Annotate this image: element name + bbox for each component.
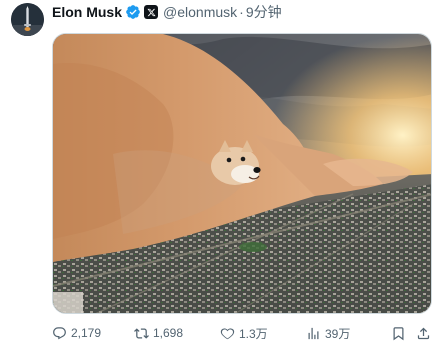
bookmark-button[interactable] [391, 322, 410, 344]
tweet-header: Elon Musk @elonmusk · 9分钟 [52, 3, 282, 21]
tweet-actions: 2,179 1,698 1.3万 39万 [52, 322, 432, 344]
bookmark-icon [393, 326, 404, 340]
share-button[interactable] [416, 322, 435, 344]
view-count: 39万 [325, 326, 351, 341]
post-time[interactable]: 9分钟 [246, 3, 282, 21]
separator-dot: · [239, 4, 244, 20]
reply-icon [53, 326, 66, 339]
avatar-image [11, 3, 44, 36]
tweet: Elon Musk @elonmusk · 9分钟 2,179 1,698 1.… [0, 0, 435, 349]
doge-dust-storm-image [53, 34, 431, 313]
like-button[interactable]: 1.3万 [220, 322, 268, 344]
retweet-count: 1,698 [153, 326, 184, 340]
views-chart-icon [308, 327, 319, 339]
views-button[interactable]: 39万 [306, 322, 350, 344]
reply-button[interactable]: 2,179 [52, 322, 101, 344]
tweet-media-image[interactable] [52, 33, 432, 314]
heart-icon [220, 327, 235, 339]
author-handle[interactable]: @elonmusk [163, 3, 237, 21]
verified-badge-icon[interactable] [125, 4, 141, 20]
x-affiliate-icon[interactable] [144, 5, 159, 19]
author-avatar[interactable] [11, 3, 44, 36]
retweet-icon [134, 327, 149, 339]
like-count: 1.3万 [239, 326, 268, 341]
author-name[interactable]: Elon Musk [52, 3, 122, 21]
share-icon [417, 327, 430, 339]
retweet-button[interactable]: 1,698 [134, 322, 183, 344]
reply-count: 2,179 [71, 326, 102, 340]
